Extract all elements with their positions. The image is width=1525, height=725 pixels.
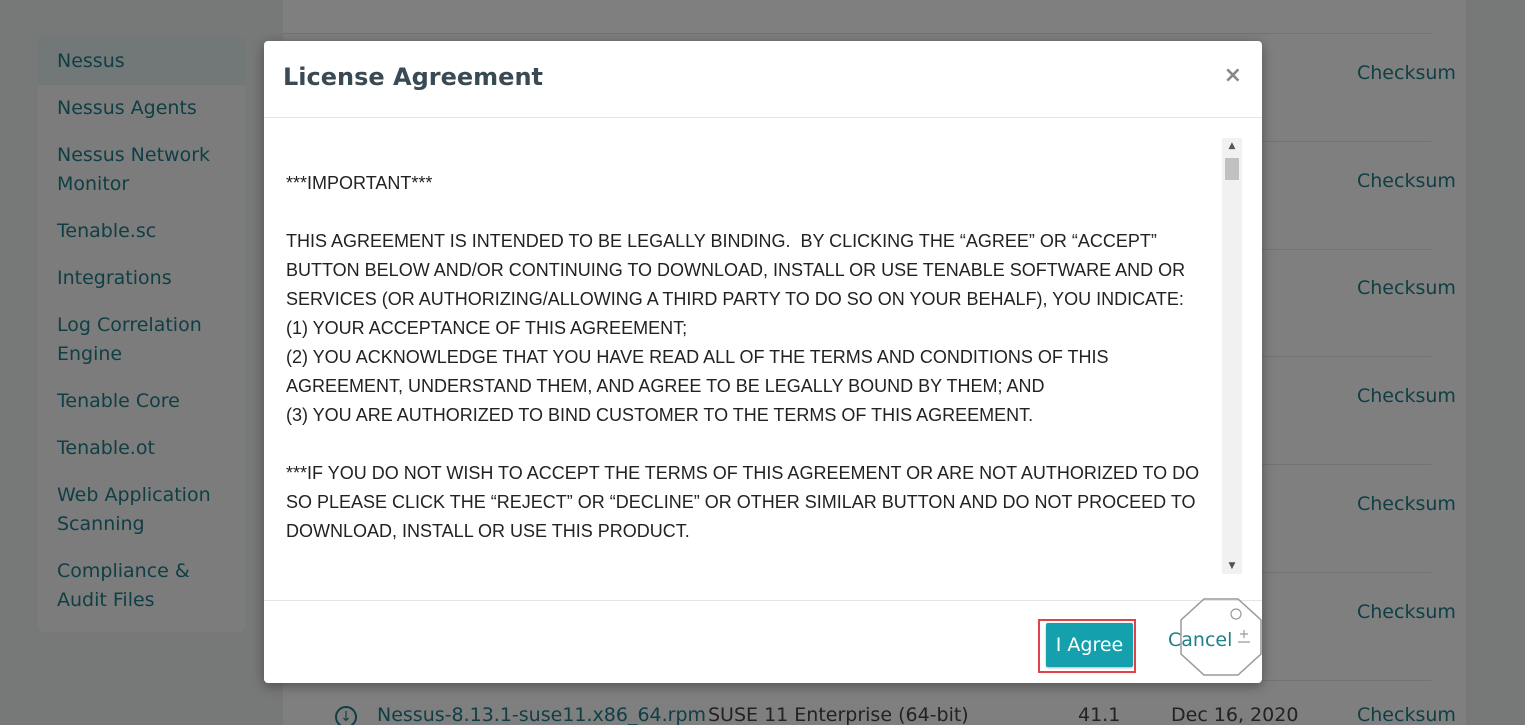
dialog-title: License Agreement bbox=[283, 63, 544, 91]
click-cursor-icon bbox=[1180, 598, 1262, 676]
scrollbar-thumb[interactable] bbox=[1225, 158, 1239, 180]
scroll-up-icon[interactable]: ▲ bbox=[1222, 138, 1242, 154]
close-icon[interactable]: × bbox=[1224, 63, 1242, 88]
license-paragraph: (1) YOUR ACCEPTANCE OF THIS AGREEMENT; bbox=[286, 318, 688, 338]
license-text: ***IMPORTANT*** THIS AGREEMENT IS INTEND… bbox=[286, 169, 1216, 546]
license-paragraph: ***IMPORTANT*** bbox=[286, 173, 433, 193]
vertical-scrollbar[interactable]: ▲ ▼ bbox=[1222, 138, 1242, 574]
license-agreement-dialog: License Agreement × ***IMPORTANT*** THIS… bbox=[264, 41, 1262, 683]
scroll-down-icon[interactable]: ▼ bbox=[1222, 558, 1242, 574]
agree-button[interactable]: I Agree bbox=[1046, 623, 1133, 667]
license-text-scrollbox[interactable]: ***IMPORTANT*** THIS AGREEMENT IS INTEND… bbox=[284, 138, 1242, 574]
dialog-header: License Agreement × bbox=[264, 41, 1262, 118]
license-paragraph: (2) YOU ACKNOWLEDGE THAT YOU HAVE READ A… bbox=[286, 347, 1113, 396]
dialog-body: ***IMPORTANT*** THIS AGREEMENT IS INTEND… bbox=[264, 118, 1262, 600]
dialog-footer: I Agree Cancel bbox=[264, 600, 1262, 683]
license-paragraph: (3) YOU ARE AUTHORIZED TO BIND CUSTOMER … bbox=[286, 405, 1034, 425]
license-paragraph: ***IF YOU DO NOT WISH TO ACCEPT THE TERM… bbox=[286, 463, 1205, 541]
license-paragraph: THIS AGREEMENT IS INTENDED TO BE LEGALLY… bbox=[286, 231, 1191, 309]
